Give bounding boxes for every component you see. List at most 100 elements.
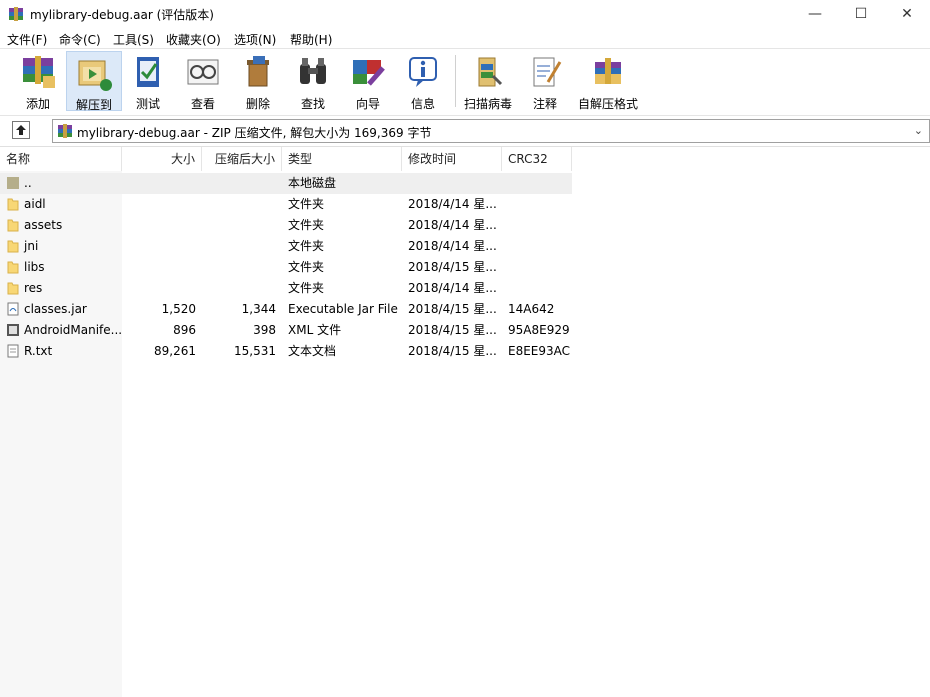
- menu-options[interactable]: 选项(N): [234, 31, 276, 48]
- file-row[interactable]: .. 本地磁盘: [0, 173, 572, 194]
- path-dropdown[interactable]: mylibrary-debug.aar - ZIP 压缩文件, 解包大小为 16…: [52, 119, 930, 143]
- menu-bar: 文件(F) 命令(C) 工具(S) 收藏夹(O) 选项(N) 帮助(H): [0, 28, 930, 48]
- extract-to-label: 解压到: [75, 98, 112, 112]
- file-size: [122, 215, 202, 236]
- window-title: mylibrary-debug.aar (评估版本): [30, 8, 214, 22]
- column-header-modified[interactable]: 修改时间: [402, 147, 502, 171]
- file-size: [122, 173, 202, 194]
- list-header: 名称 大小 压缩后大小 类型 修改时间 CRC32: [0, 147, 572, 171]
- sfx-label: 自解压格式: [577, 97, 638, 111]
- file-crc32: [502, 215, 572, 236]
- file-row[interactable]: res 文件夹 2018/4/14 星...: [0, 278, 572, 299]
- file-name: aidl: [24, 197, 46, 211]
- virus-scan-button[interactable]: 扫描病毒: [460, 51, 516, 111]
- file-modified: 2018/4/15 星...: [408, 323, 497, 337]
- file-modified: 2018/4/14 星...: [408, 239, 497, 253]
- file-crc32: [502, 278, 572, 299]
- file-modified: 2018/4/15 星...: [408, 302, 497, 316]
- file-name-cell: res: [0, 278, 122, 299]
- file-name-cell: classes.jar: [0, 299, 122, 320]
- file-size: 89,261: [154, 344, 196, 358]
- menu-tools[interactable]: 工具(S): [113, 31, 154, 48]
- info-button[interactable]: 信息: [395, 51, 451, 111]
- xml-file-icon: [7, 324, 19, 336]
- extract-to-button[interactable]: 解压到: [66, 51, 122, 112]
- file-modified: 2018/4/15 星...: [408, 344, 497, 358]
- menu-commands[interactable]: 命令(C): [59, 31, 101, 48]
- file-name: R.txt: [24, 344, 53, 358]
- comment-icon: [533, 57, 562, 87]
- file-size: [122, 236, 202, 257]
- add-archive-icon: [23, 56, 55, 88]
- test-label: 测试: [135, 97, 160, 111]
- maximize-button[interactable]: ☐: [838, 0, 884, 28]
- add-label: 添加: [25, 97, 50, 111]
- find-label: 查找: [300, 97, 325, 111]
- toolbar-separator: [455, 55, 456, 107]
- up-arrow-icon: [16, 125, 26, 135]
- view-button[interactable]: 查看: [175, 51, 231, 111]
- delete-button[interactable]: 删除: [230, 51, 286, 111]
- wizard-button[interactable]: 向导: [340, 51, 396, 111]
- menu-help[interactable]: 帮助(H): [290, 31, 332, 48]
- file-modified: [402, 173, 502, 194]
- virus-scan-label: 扫描病毒: [463, 97, 512, 111]
- file-modified: 2018/4/14 星...: [408, 218, 497, 232]
- file-row[interactable]: libs 文件夹 2018/4/15 星...: [0, 257, 572, 278]
- file-row[interactable]: classes.jar 1,520 1,344 Executable Jar File…: [0, 299, 572, 320]
- column-header-packed-size[interactable]: 压缩后大小: [202, 147, 282, 171]
- comment-label: 注释: [532, 97, 557, 111]
- folder-icon: [7, 198, 19, 211]
- extract-to-icon: [78, 60, 112, 91]
- chevron-down-icon[interactable]: ⌄: [914, 124, 923, 137]
- sfx-button[interactable]: 自解压格式: [577, 51, 639, 111]
- file-type: 本地磁盘: [288, 176, 337, 190]
- file-packed-size: [202, 194, 282, 215]
- file-row[interactable]: R.txt 89,261 15,531 文本文档 2018/4/15 星... E8EE9…: [0, 341, 572, 362]
- file-name: AndroidManife...: [24, 323, 122, 337]
- folder-icon: [7, 219, 19, 232]
- file-packed-size: 15,531: [234, 344, 276, 358]
- view-label: 查看: [190, 97, 215, 111]
- column-header-size[interactable]: 大小: [122, 147, 202, 171]
- close-button[interactable]: ✕: [884, 0, 930, 28]
- file-row[interactable]: jni 文件夹 2018/4/14 星...: [0, 236, 572, 257]
- column-header-crc32[interactable]: CRC32: [502, 147, 572, 171]
- file-name: classes.jar: [24, 302, 87, 316]
- file-row[interactable]: assets 文件夹 2018/4/14 星...: [0, 215, 572, 236]
- column-header-name[interactable]: 名称: [0, 147, 122, 171]
- archive-path-text: mylibrary-debug.aar - ZIP 压缩文件, 解包大小为 16…: [77, 126, 432, 140]
- wizard-icon: [353, 60, 385, 86]
- file-name: jni: [24, 239, 39, 253]
- file-name-cell: jni: [0, 236, 122, 257]
- sfx-icon: [595, 58, 621, 84]
- file-row[interactable]: aidl 文件夹 2018/4/14 星...: [0, 194, 572, 215]
- title-bar: mylibrary-debug.aar (评估版本) — ☐ ✕: [0, 0, 930, 28]
- up-folder-button[interactable]: [12, 121, 30, 139]
- file-modified: 2018/4/14 星...: [408, 197, 497, 211]
- comment-button[interactable]: 注释: [517, 51, 573, 111]
- file-name: ..: [24, 176, 32, 190]
- add-button[interactable]: 添加: [10, 51, 66, 111]
- file-name: libs: [24, 260, 45, 274]
- file-modified: 2018/4/15 星...: [408, 260, 497, 274]
- file-name-cell: aidl: [0, 194, 122, 215]
- file-type: XML 文件: [288, 323, 342, 337]
- minimize-button[interactable]: —: [792, 0, 838, 28]
- folder-icon: [7, 240, 19, 253]
- file-name-cell: assets: [0, 215, 122, 236]
- file-modified: 2018/4/14 星...: [408, 281, 497, 295]
- file-row[interactable]: AndroidManife... 896 398 XML 文件 2018/4/15 星.…: [0, 320, 572, 341]
- file-type: 文件夹: [288, 260, 325, 274]
- menu-favorites[interactable]: 收藏夹(O): [166, 31, 221, 48]
- find-button[interactable]: 查找: [285, 51, 341, 111]
- test-button[interactable]: 测试: [120, 51, 176, 111]
- test-icon: [137, 57, 159, 87]
- column-header-type[interactable]: 类型: [282, 147, 402, 171]
- file-size: [122, 257, 202, 278]
- parent-folder-icon: [7, 177, 19, 189]
- folder-icon: [7, 261, 19, 274]
- file-type: 文件夹: [288, 218, 325, 232]
- menu-file[interactable]: 文件(F): [7, 31, 47, 48]
- file-crc32: [502, 194, 572, 215]
